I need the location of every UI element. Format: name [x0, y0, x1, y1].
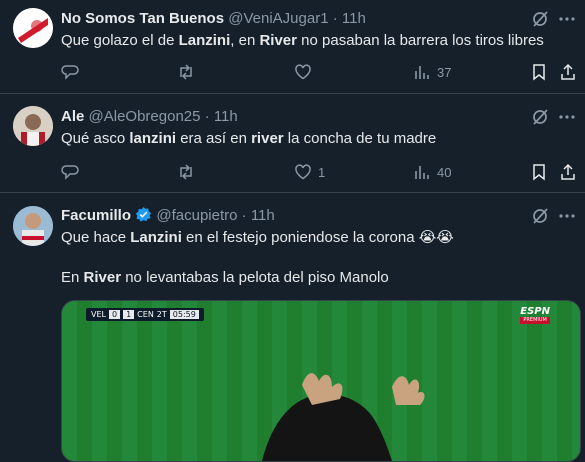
avatar[interactable]	[13, 8, 53, 48]
like-icon	[295, 64, 311, 80]
reply-icon	[61, 65, 79, 80]
action-bar: 1 40	[61, 162, 585, 182]
author-name[interactable]: Ale	[61, 108, 84, 125]
reply-button[interactable]	[61, 62, 85, 82]
match-clock: 05:59	[169, 310, 199, 319]
tweet-header: Facumillo @facupietro · 11h	[61, 206, 275, 226]
avatar[interactable]	[13, 206, 53, 246]
text-part: , en	[230, 32, 260, 49]
more-icon[interactable]	[558, 207, 576, 225]
text-part: no levantabas la pelota del piso Manolo	[121, 269, 389, 286]
like-count: 1	[318, 164, 326, 180]
author-handle[interactable]: @AleObregon25	[89, 108, 201, 125]
retweet-button[interactable]	[177, 162, 201, 182]
text-highlight: river	[251, 130, 284, 147]
bookmark-icon	[533, 64, 545, 81]
grok-icon[interactable]	[531, 108, 549, 126]
text-highlight: Lanzini	[130, 229, 182, 246]
avatar[interactable]	[13, 106, 53, 146]
bookmark-button[interactable]	[530, 62, 548, 82]
text-part: En	[61, 269, 84, 286]
views-count: 37	[437, 64, 452, 80]
author-handle[interactable]: @VeniAJugar1	[228, 10, 328, 27]
away-team: CEN	[137, 310, 154, 319]
tweet-header: No Somos Tan Buenos @VeniAJugar1 · 11h	[61, 9, 366, 29]
text-highlight: lanzini	[129, 130, 177, 147]
grok-icon[interactable]	[531, 207, 549, 225]
separator-dot: ·	[332, 10, 338, 27]
tweet-time[interactable]: 11h	[251, 207, 275, 224]
text-highlight: River	[259, 32, 297, 49]
tweet-time[interactable]: 11h	[342, 10, 366, 27]
text-part: era así en	[176, 130, 252, 147]
reply-button[interactable]	[61, 162, 85, 182]
tweet-time[interactable]: 11h	[214, 108, 238, 125]
home-team: VEL	[91, 310, 106, 319]
tweet-text: Que golazo el de Lanzini, en River no pa…	[61, 31, 544, 51]
views-button[interactable]: 37	[413, 62, 451, 82]
text-part: no pasaban la barrera los tiros libres	[296, 32, 544, 49]
tweet-text-line2: En River no levantabas la pelota del pis…	[61, 268, 389, 288]
bookmark-icon	[533, 164, 545, 181]
away-score: 1	[123, 310, 135, 319]
share-button[interactable]	[559, 162, 577, 182]
more-icon[interactable]	[558, 10, 576, 28]
views-count: 40	[437, 164, 452, 180]
author-name[interactable]: Facumillo	[61, 207, 131, 224]
reply-icon	[61, 165, 79, 180]
tweet-media-video[interactable]: VEL 0 1 CEN 2T 05:59 ESPN PREMIUM	[61, 300, 581, 462]
match-period: 2T	[156, 310, 167, 319]
tweet[interactable]: No Somos Tan Buenos @VeniAJugar1 · 11h Q…	[0, 0, 585, 94]
bookmark-button[interactable]	[530, 162, 548, 182]
text-part: en el festejo poniendose la corona	[181, 229, 419, 246]
action-bar: 37	[61, 62, 585, 82]
views-icon	[415, 66, 429, 79]
separator-dot: ·	[204, 108, 210, 125]
author-handle[interactable]: @facupietro	[156, 207, 237, 224]
share-button[interactable]	[559, 62, 577, 82]
text-part: Qué asco	[61, 130, 130, 147]
espn-logo: ESPN PREMIUM	[520, 307, 550, 324]
grok-icon[interactable]	[531, 10, 549, 28]
text-part: la concha de tu madre	[283, 130, 437, 147]
home-score: 0	[108, 310, 121, 319]
text-part: Que golazo el de	[61, 32, 179, 49]
author-name[interactable]: No Somos Tan Buenos	[61, 10, 224, 27]
verified-icon	[136, 206, 152, 222]
tweet-text: Que hace Lanzini en el festejo poniendos…	[61, 228, 454, 248]
like-button[interactable]	[294, 62, 318, 82]
like-icon	[295, 164, 311, 180]
tweet-text: Qué asco lanzini era así en river la con…	[61, 129, 436, 149]
like-button[interactable]: 1	[294, 162, 325, 182]
network-sub: PREMIUM	[520, 317, 550, 324]
text-highlight: River	[83, 269, 122, 286]
crying-emoji: 😭😭	[418, 229, 454, 246]
match-frame	[62, 301, 580, 461]
retweet-icon	[180, 64, 192, 80]
tweet-header: Ale @AleObregon25 · 11h	[61, 107, 238, 127]
views-icon	[415, 166, 429, 179]
more-icon[interactable]	[558, 108, 576, 126]
separator-dot: ·	[241, 207, 247, 224]
tweet[interactable]: Ale @AleObregon25 · 11h Qué asco lanzini…	[0, 94, 585, 193]
share-icon	[561, 163, 575, 180]
tweet[interactable]: Facumillo @facupietro · 11h Que hace Lan…	[0, 193, 585, 462]
views-button[interactable]: 40	[413, 162, 451, 182]
share-icon	[561, 63, 575, 80]
retweet-icon	[180, 164, 192, 180]
network-name: ESPN	[520, 306, 550, 317]
retweet-button[interactable]	[177, 62, 201, 82]
text-highlight: Lanzini	[178, 32, 231, 49]
scoreboard: VEL 0 1 CEN 2T 05:59	[86, 308, 204, 321]
text-part: Que hace	[61, 229, 131, 246]
